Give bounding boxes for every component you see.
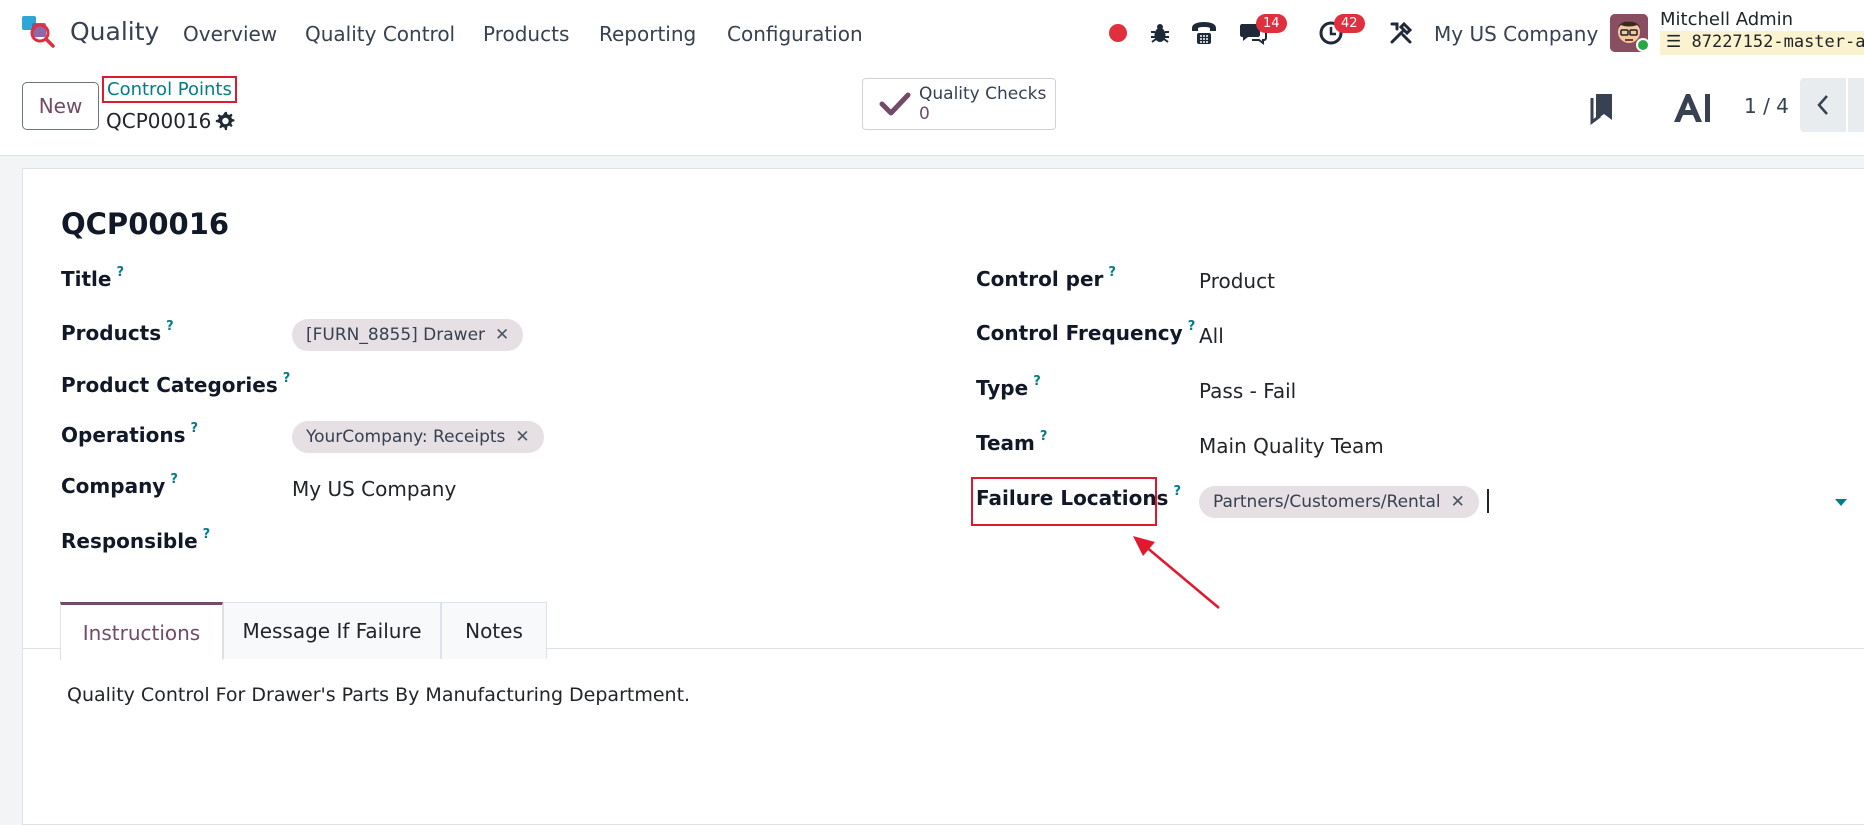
database-name-text: 87227152-master-a [1691,32,1864,52]
company-label-text: Company [61,474,166,498]
new-button[interactable]: New [22,82,99,130]
control-panel: New Control Points QCP00016 Quality Chec… [0,66,1864,156]
control-per-label-text: Control per [976,267,1104,291]
help-tooltip[interactable]: ? [1188,319,1196,334]
operations-label: Operations? [61,421,199,447]
responsible-label-text: Responsible [61,529,198,553]
chat-icon[interactable]: 14 [1238,14,1287,48]
help-tooltip[interactable]: ? [203,527,211,542]
company-field[interactable]: My US Company [292,477,456,501]
breadcrumb-current-record: QCP00016 [106,109,212,133]
products-label: Products? [61,319,174,345]
menu-overview[interactable]: Overview [183,22,277,46]
help-tooltip[interactable]: ? [166,319,174,334]
online-status-dot [1636,38,1650,52]
failure-location-tag[interactable]: Partners/Customers/Rental ✕ [1199,486,1479,518]
bug-icon[interactable] [1145,18,1175,48]
clock-icon[interactable]: 42 [1316,14,1365,48]
control-per-field[interactable]: Product [1199,269,1275,293]
chevron-left-icon [1817,95,1828,115]
breadcrumb-annotation-box: Control Points [102,76,237,103]
control-frequency-field[interactable]: All [1199,324,1224,348]
tab-message-if-failure[interactable]: Message If Failure [223,602,441,659]
product-tag[interactable]: [FURN_8855] Drawer ✕ [292,319,524,351]
breadcrumb-control-points[interactable]: Control Points [107,79,232,100]
products-label-text: Products [61,321,162,345]
smart-button-title: Quality Checks [919,84,1047,104]
tools-icon[interactable] [1386,18,1416,48]
help-tooltip[interactable]: ? [1033,374,1041,389]
menu-configuration[interactable]: Configuration [727,22,863,46]
title-label: Title? [61,265,124,291]
quality-app-icon[interactable] [20,13,56,49]
tab-instructions[interactable]: Instructions [60,602,223,660]
help-tooltip[interactable]: ? [283,371,291,386]
operation-tag-label: YourCompany: Receipts [306,427,506,447]
form-sheet: QCP00016 Title? Products? [FURN_8855] Dr… [22,168,1864,825]
notebook-tabs: Instructions Message If Failure Notes [23,592,1864,660]
text-cursor [1487,489,1489,513]
quality-checks-smart-button[interactable]: Quality Checks 0 [862,78,1056,130]
team-label-text: Team [976,431,1035,455]
pager-value[interactable]: 1 / 4 [1744,94,1789,118]
type-label: Type? [976,374,1041,400]
help-tooltip[interactable]: ? [1108,265,1116,280]
tab-notes[interactable]: Notes [441,602,547,659]
product-categories-label-text: Product Categories [61,373,278,397]
ai-icon[interactable] [1670,90,1716,126]
product-tag-label: [FURN_8855] Drawer [306,325,486,345]
menu-products[interactable]: Products [483,22,569,46]
operations-label-text: Operations [61,423,186,447]
pager-next-button[interactable] [1848,78,1864,132]
failure-locations-annotation-box [971,477,1157,526]
help-tooltip[interactable]: ? [191,421,199,436]
control-frequency-label-text: Control Frequency [976,321,1183,345]
type-field[interactable]: Pass - Fail [1199,379,1296,403]
top-navbar: Quality Overview Quality Control Product… [0,0,1864,66]
company-label: Company? [61,472,178,498]
check-icon [879,92,911,116]
dropdown-arrow-icon[interactable] [1835,499,1847,506]
smart-button-value: 0 [919,104,930,124]
operation-tag[interactable]: YourCompany: Receipts ✕ [292,421,544,453]
record-title: QCP00016 [61,207,230,241]
pager-previous-button[interactable] [1800,78,1846,132]
record-dot-icon[interactable] [1103,18,1133,48]
help-tooltip[interactable]: ? [170,472,178,487]
remove-tag-icon[interactable]: ✕ [515,427,529,447]
help-tooltip[interactable]: ? [1040,429,1048,444]
failure-location-tag-label: Partners/Customers/Rental [1213,492,1441,512]
responsible-label: Responsible? [61,527,211,553]
remove-tag-icon[interactable]: ✕ [1451,492,1465,512]
menu-reporting[interactable]: Reporting [599,22,696,46]
team-label: Team? [976,429,1048,455]
menu-quality-control[interactable]: Quality Control [305,22,455,46]
gear-icon[interactable] [214,110,236,132]
app-name[interactable]: Quality [70,17,159,46]
database-name: ☰︎ 87227152-master-a [1660,31,1864,55]
control-frequency-label: Control Frequency? [976,319,1196,345]
product-categories-label: Product Categories? [61,371,291,397]
user-name[interactable]: Mitchell Admin [1660,9,1793,30]
activities-count-badge: 42 [1334,14,1365,33]
control-per-label: Control per? [976,265,1116,291]
messages-count-badge: 14 [1256,14,1287,33]
type-label-text: Type [976,376,1029,400]
help-tooltip[interactable]: ? [1173,484,1181,499]
company-switcher[interactable]: My US Company [1434,22,1598,46]
instructions-text[interactable]: Quality Control For Drawer's Parts By Ma… [67,684,690,706]
phone-icon[interactable] [1189,18,1219,48]
remove-tag-icon[interactable]: ✕ [495,325,509,345]
help-tooltip[interactable]: ? [116,265,124,280]
bookmark-icon[interactable] [1584,90,1620,126]
team-field[interactable]: Main Quality Team [1199,434,1384,458]
title-label-text: Title [61,267,112,291]
